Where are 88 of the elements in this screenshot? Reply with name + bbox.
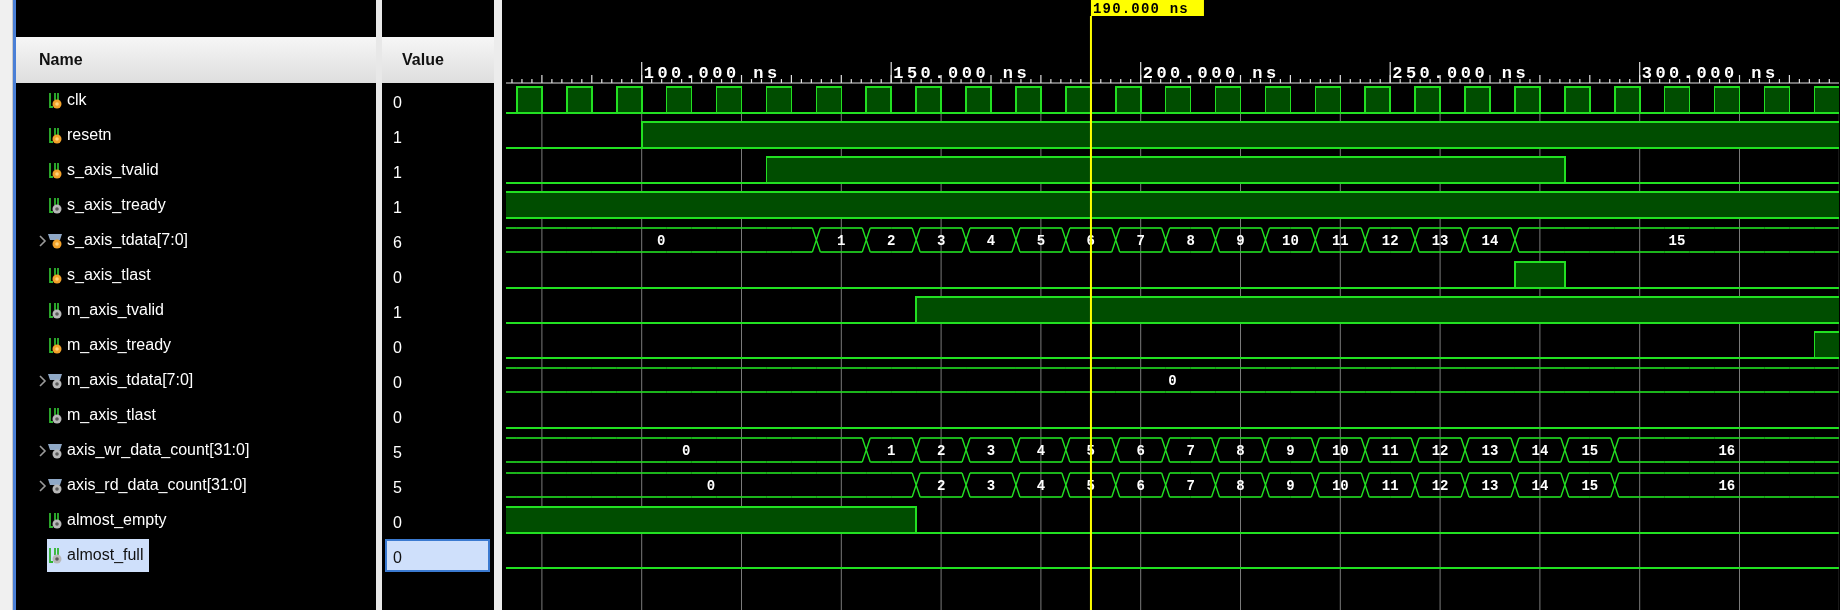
bus-value: 15 [1581,443,1599,459]
bus-value: 6 [1136,443,1145,459]
bus-value: 9 [1286,478,1295,494]
signal-value: 5 [392,443,403,463]
bus-value: 13 [1481,478,1499,494]
bus-value: 0 [1168,373,1177,389]
time-label: 200.000 ns [1142,64,1280,83]
bus-value: 14 [1531,478,1549,494]
bus-value: 5 [1036,233,1046,249]
bus-value: 4 [986,233,996,249]
bus-value: 1 [887,443,896,459]
signal-value: 1 [392,128,403,148]
bus-value: 7 [1136,233,1145,249]
signal-name[interactable]: axis_rd_data_count[31:0] [65,469,253,502]
bus-value: 14 [1531,443,1549,459]
bus-value: 3 [986,443,996,459]
bus-value: 3 [986,478,996,494]
bus-value: 8 [1236,443,1245,459]
bus-value: 7 [1186,478,1195,494]
bus-value: 1 [837,233,846,249]
signal-value: 1 [392,303,403,323]
signal-name[interactable]: m_axis_tdata[7:0] [65,364,200,397]
bus-value: 2 [887,233,896,249]
signal-name[interactable]: m_axis_tlast [65,399,162,432]
signal-value: 0 [392,93,403,113]
signal-value: 1 [392,198,403,218]
bus-value: 15 [1581,478,1599,494]
bus-value: 11 [1331,233,1349,249]
bus-value: 4 [1036,443,1046,459]
bus-value: 12 [1431,478,1449,494]
bus-value: 10 [1282,233,1299,249]
signal-value: 0 [392,513,403,533]
signal-value: 0 [392,373,403,393]
bus-value: 12 [1381,233,1399,249]
bus-value: 9 [1236,233,1245,249]
bus-value: 2 [936,478,946,494]
chevron-icon[interactable] [37,443,47,458]
bus-value: 13 [1431,233,1449,249]
bus-value: 10 [1331,478,1349,494]
signal-value: 0 [392,268,403,288]
signal-name[interactable]: resetn [65,119,118,152]
time-label: 300.000 ns [1641,64,1779,83]
signal-value: 0 [392,338,403,358]
bus-value: 16 [1718,443,1736,459]
signal-name[interactable]: s_axis_tdata[7:0] [65,224,194,257]
chevron-icon[interactable] [37,233,47,248]
signal-value: 1 [392,163,403,183]
bus-value: 0 [681,443,691,459]
bus-value: 4 [1036,478,1046,494]
bus-value: 16 [1718,478,1736,494]
bus-value: 0 [656,233,666,249]
bus-value: 7 [1186,443,1195,459]
bus-value: 11 [1381,443,1399,459]
chevron-icon[interactable] [37,478,47,493]
signal-value: 5 [392,478,403,498]
signal-name[interactable]: m_axis_tready [65,329,178,362]
signal-value: 0 [385,539,490,572]
time-label: 150.000 ns [893,64,1031,83]
signal-value: 6 [392,233,403,253]
bus-value: 3 [936,233,946,249]
signal-name[interactable]: s_axis_tlast [65,259,157,292]
signal-name[interactable]: m_axis_tvalid [65,294,170,327]
signal-name[interactable]: almost_full [65,539,150,572]
bus-value: 8 [1236,478,1245,494]
cursor-time-label: 190.000 ns [1090,0,1204,17]
bus-value: 14 [1481,233,1499,249]
bus-value: 12 [1431,443,1449,459]
bus-value: 9 [1286,443,1295,459]
bus-value: 6 [1136,478,1145,494]
bus-value: 0 [706,478,716,494]
bus-value: 15 [1668,233,1686,249]
bus-value: 13 [1481,443,1499,459]
signal-value: 0 [392,408,403,428]
bus-value: 10 [1331,443,1349,459]
chevron-icon[interactable] [37,373,47,388]
column-header[interactable]: Name [16,37,376,83]
time-label: 100.000 ns [643,64,781,83]
column-header[interactable]: Value [382,37,494,83]
signal-name[interactable]: s_axis_tvalid [65,154,165,187]
signal-name[interactable]: axis_wr_data_count[31:0] [65,434,256,467]
signal-name[interactable]: clk [65,84,93,117]
bus-value: 2 [936,443,946,459]
cursor-line[interactable] [1089,16,1092,610]
signal-name[interactable]: almost_empty [65,504,173,537]
signal-name[interactable]: s_axis_tready [65,189,172,222]
time-label: 250.000 ns [1392,64,1530,83]
bus-value: 8 [1186,233,1195,249]
bus-value: 11 [1381,478,1399,494]
